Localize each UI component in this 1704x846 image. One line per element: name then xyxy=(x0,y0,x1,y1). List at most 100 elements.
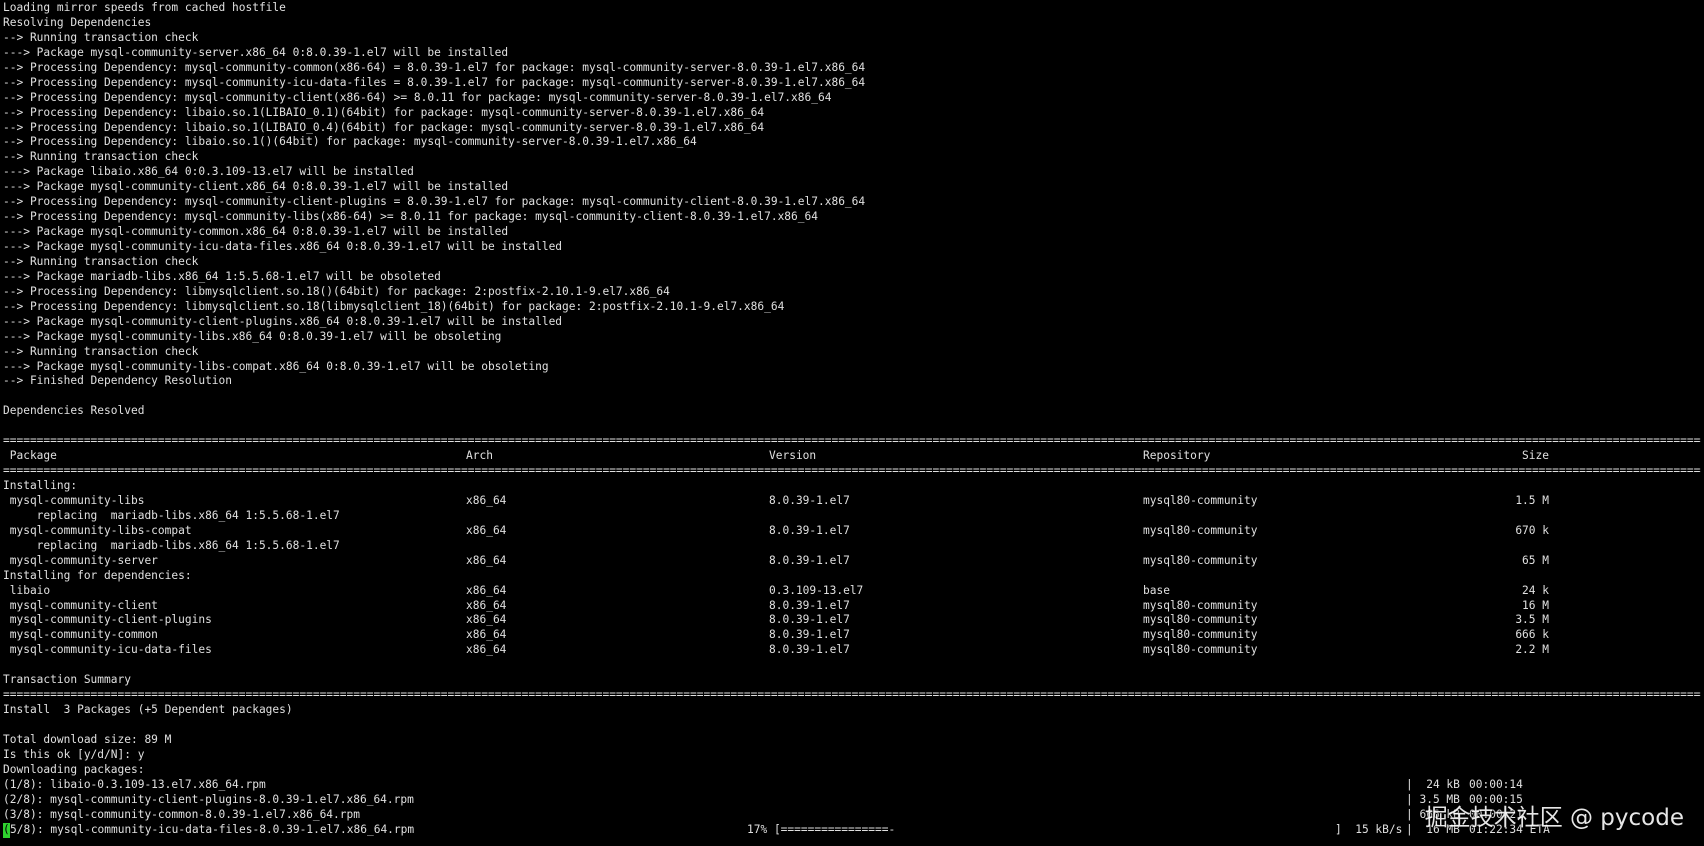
log-line: ---> Package libaio.x86_64 0:0.3.109-13.… xyxy=(3,165,414,179)
package-cell: mysql-community-common xyxy=(3,628,158,642)
header-size: Size xyxy=(1522,449,1549,463)
arch-cell: x86_64 xyxy=(466,493,507,507)
log-line: --> Processing Dependency: libmysqlclien… xyxy=(3,299,785,313)
version-cell: 0.3.109-13.el7 xyxy=(769,583,864,597)
download-file: (2/8): mysql-community-client-plugins-8.… xyxy=(3,792,414,806)
table-row: mysql-community-client-plugins x86_64 8.0.… xyxy=(3,613,1701,628)
replacing-line: replacing mariadb-libs.x86_64 1:5.5.68-1… xyxy=(3,508,340,522)
log-line: ---> Package mysql-community-common.x86_… xyxy=(3,225,509,239)
log-line: ---> Package mysql-community-server.x86_… xyxy=(3,45,509,59)
download-size: | 24 kB xyxy=(1406,777,1460,791)
size-cell: 2.2 M xyxy=(1515,643,1549,657)
size-cell: 24 k xyxy=(1522,583,1549,597)
log-line: ---> Package mysql-community-icu-data-fi… xyxy=(3,240,563,253)
log-line: Loading mirror speeds from cached hostfi… xyxy=(3,1,286,14)
download-rate: ] 15 kB/s xyxy=(1335,822,1403,836)
arch-cell: x86_64 xyxy=(466,583,507,597)
repository-cell: mysql80-community xyxy=(1143,643,1258,657)
repository-cell: mysql80-community xyxy=(1143,613,1258,627)
watermark: 掘金技术社区 @ pycode xyxy=(1424,805,1684,831)
replacing-line: replacing mariadb-libs.x86_64 1:5.5.68-1… xyxy=(3,538,340,552)
terminal-output[interactable]: Loading mirror speeds from cached hostfi… xyxy=(3,1,1701,846)
arch-cell: x86_64 xyxy=(466,523,507,537)
log-line: ---> Package mysql-community-client-plug… xyxy=(3,314,563,328)
separator-line: ========================================… xyxy=(3,434,1701,448)
log-line: Dependencies Resolved xyxy=(3,404,145,418)
arch-cell: x86_64 xyxy=(466,598,507,612)
log-line: --> Processing Dependency: mysql-communi… xyxy=(3,75,866,89)
size-cell: 666 k xyxy=(1515,628,1549,642)
repository-cell: base xyxy=(1143,583,1170,597)
log-line: ---> Package mariadb-libs.x86_64 1:5.5.6… xyxy=(3,269,441,283)
size-cell: 670 k xyxy=(1515,523,1549,537)
arch-cell: x86_64 xyxy=(466,553,507,567)
repository-cell: mysql80-community xyxy=(1143,598,1258,612)
arch-cell: x86_64 xyxy=(466,628,507,642)
repository-cell: mysql80-community xyxy=(1143,493,1258,507)
log-line: --> Running transaction check xyxy=(3,150,199,164)
downloading-label: Downloading packages: xyxy=(3,762,145,776)
install-count-line: Install 3 Packages (+5 Dependent package… xyxy=(3,703,293,717)
package-cell: mysql-community-libs-compat xyxy=(3,523,192,537)
version-cell: 8.0.39-1.el7 xyxy=(769,613,850,627)
download-time: 00:00:14 xyxy=(1469,777,1523,791)
section-dependencies: Installing for dependencies: xyxy=(3,568,192,582)
header-package: Package xyxy=(3,449,57,463)
log-line: Resolving Dependencies xyxy=(3,15,152,29)
version-cell: 8.0.39-1.el7 xyxy=(769,523,850,537)
version-cell: 8.0.39-1.el7 xyxy=(769,628,850,642)
repository-cell: mysql80-community xyxy=(1143,523,1258,537)
repository-cell: mysql80-community xyxy=(1143,628,1258,642)
log-line: --> Processing Dependency: mysql-communi… xyxy=(3,60,866,74)
package-cell: mysql-community-icu-data-files xyxy=(3,643,212,657)
confirm-prompt: Is this ok [y/d/N]: y xyxy=(3,747,145,761)
table-row: libaio x86_64 0.3.109-13.el7 base 24 k xyxy=(3,584,1701,599)
size-cell: 1.5 M xyxy=(1515,493,1549,507)
log-line: --> Processing Dependency: libaio.so.1(L… xyxy=(3,120,765,134)
header-version: Version xyxy=(769,449,817,463)
log-line: --> Processing Dependency: mysql-communi… xyxy=(3,90,832,104)
table-row: mysql-community-libs-compat x86_64 8.0.39-… xyxy=(3,524,1701,539)
version-cell: 8.0.39-1.el7 xyxy=(769,598,850,612)
log-line: --> Finished Dependency Resolution xyxy=(3,374,233,388)
separator-line: ========================================… xyxy=(3,688,1701,702)
header-repository: Repository xyxy=(1143,449,1211,463)
table-row: mysql-community-icu-data-files x86_64 8.0.… xyxy=(3,643,1701,658)
arch-cell: x86_64 xyxy=(466,643,507,657)
size-cell: 65 M xyxy=(1522,553,1549,567)
header-arch: Arch xyxy=(466,449,493,463)
log-line: --> Running transaction check xyxy=(3,30,199,44)
separator-line: ========================================… xyxy=(3,464,1701,478)
log-line: --> Processing Dependency: libaio.so.1(L… xyxy=(3,105,765,119)
size-cell: 3.5 M xyxy=(1515,613,1549,627)
package-cell: libaio xyxy=(3,583,51,597)
table-row: mysql-community-libs x86_64 8.0.39-1.el7 my… xyxy=(3,494,1701,509)
table-header-row: Package Arch Version Repository Size xyxy=(3,449,1701,464)
section-installing: Installing: xyxy=(3,479,78,492)
log-line: --> Processing Dependency: libaio.so.1()… xyxy=(3,135,697,149)
total-download-size: Total download size: 89 M xyxy=(3,732,172,746)
repository-cell: mysql80-community xyxy=(1143,553,1258,567)
progress-file: 5/8): mysql-community-icu-data-files-8.0… xyxy=(10,822,415,836)
progress-bar-text: 17% [================- xyxy=(747,822,896,836)
log-line: --> Running transaction check xyxy=(3,344,199,358)
log-line: ---> Package mysql-community-client.x86_… xyxy=(3,180,509,194)
table-row: mysql-community-client x86_64 8.0.39-1.el7… xyxy=(3,599,1701,614)
log-line: --> Processing Dependency: mysql-communi… xyxy=(3,210,818,224)
table-row: mysql-community-server x86_64 8.0.39-1.el7… xyxy=(3,554,1701,569)
log-line: --> Processing Dependency: libmysqlclien… xyxy=(3,284,670,298)
log-line: --> Processing Dependency: mysql-communi… xyxy=(3,195,866,209)
log-line: ---> Package mysql-community-libs.x86_64… xyxy=(3,329,502,343)
package-cell: mysql-community-client-plugins xyxy=(3,613,212,627)
download-line: (1/8): libaio-0.3.109-13.el7.x86_64.rpm |… xyxy=(3,778,1701,793)
version-cell: 8.0.39-1.el7 xyxy=(769,553,850,567)
log-line: ---> Package mysql-community-libs-compat… xyxy=(3,359,549,373)
package-cell: mysql-community-server xyxy=(3,553,158,567)
arch-cell: x86_64 xyxy=(466,613,507,627)
version-cell: 8.0.39-1.el7 xyxy=(769,493,850,507)
transaction-summary-title: Transaction Summary xyxy=(3,673,131,687)
